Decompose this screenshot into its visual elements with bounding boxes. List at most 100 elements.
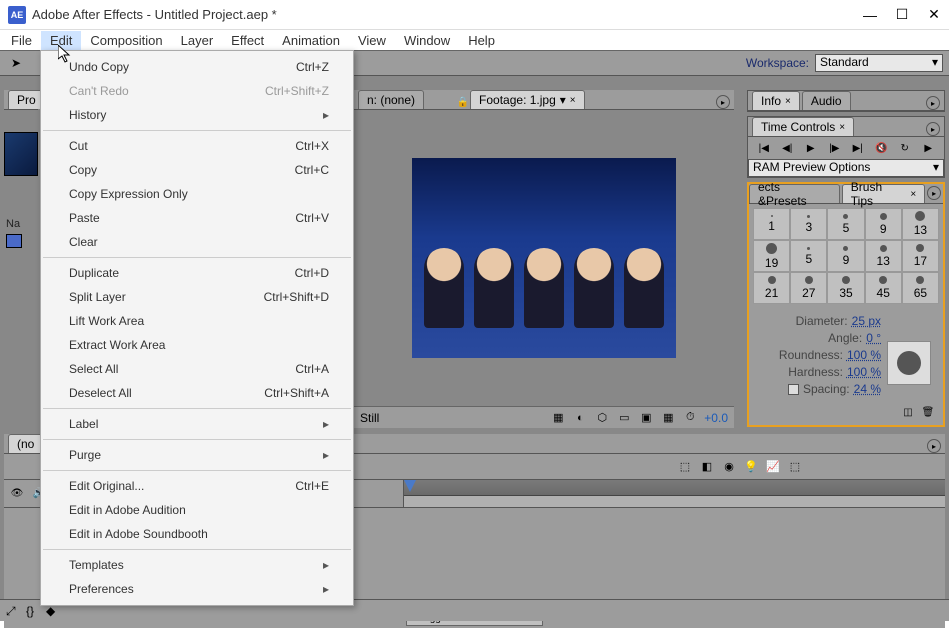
project-thumbnail[interactable] [4,132,38,176]
menu-item-copy[interactable]: CopyCtrl+C [41,158,353,182]
panel-menu-button[interactable]: ▸ [927,186,941,200]
menu-composition[interactable]: Composition [81,31,171,50]
resolution-icon[interactable]: ▭ [616,410,632,426]
menu-file[interactable]: File [2,31,41,50]
lock-icon[interactable]: 🔒 [456,95,470,109]
motion-blur-icon[interactable]: ◉ [721,459,737,475]
menu-item-edit-in-adobe-audition[interactable]: Edit in Adobe Audition [41,498,353,522]
menu-animation[interactable]: Animation [273,31,349,50]
chevron-down-icon[interactable]: ▾ [560,93,566,107]
brush-tips-tab[interactable]: Brush Tips× [842,184,925,203]
prev-frame-button[interactable]: ◀| [780,141,794,155]
region-icon[interactable]: ▣ [638,410,654,426]
viewer-content[interactable] [354,110,734,406]
menu-item-edit-original-[interactable]: Edit Original...Ctrl+E [41,474,353,498]
grid-icon[interactable]: ▦ [550,410,566,426]
diameter-value[interactable]: 25 px [852,314,881,328]
brush-preset-5[interactable]: 5 [790,240,827,272]
menu-item-copy-expression-only[interactable]: Copy Expression Only [41,182,353,206]
spacing-value[interactable]: 24 % [854,382,881,396]
mute-button[interactable]: 🔇 [874,141,888,155]
brush-preset-3[interactable]: 3 [790,208,827,240]
delete-brush-icon[interactable]: 🗑 [921,405,935,419]
info-tab[interactable]: Info× [752,91,800,110]
roundness-value[interactable]: 100 % [847,348,881,362]
brush-preset-13[interactable]: 13 [902,208,939,240]
ram-preview-select[interactable]: RAM Preview Options ▾ [748,159,944,177]
new-brush-icon[interactable]: ◫ [901,405,915,419]
menu-effect[interactable]: Effect [222,31,273,50]
frame-blend-icon[interactable]: ◧ [699,459,715,475]
close-icon[interactable]: × [910,189,916,200]
brush-preset-65[interactable]: 65 [902,272,939,304]
panel-menu-button[interactable]: ▸ [927,439,941,453]
close-icon[interactable]: × [785,96,791,107]
menu-item-edit-in-adobe-soundbooth[interactable]: Edit in Adobe Soundbooth [41,522,353,546]
panel-menu-button[interactable]: ▸ [926,122,940,136]
selection-tool[interactable]: ➤ [6,53,26,73]
transparency-icon[interactable]: ▦ [660,410,676,426]
draft-icon[interactable]: ⬚ [787,459,803,475]
viewer-tab-footage[interactable]: Footage: 1.jpg ▾ × [470,90,585,109]
viewer-tab-none[interactable]: n: (none) [358,90,424,109]
timeline-tab[interactable]: (no [8,434,43,453]
menu-item-deselect-all[interactable]: Deselect AllCtrl+Shift+A [41,381,353,405]
menu-item-purge[interactable]: Purge▸ [41,443,353,467]
brush-preset-17[interactable]: 17 [902,240,939,272]
project-item-icon[interactable] [6,234,22,248]
menu-item-label[interactable]: Label▸ [41,412,353,436]
shy-icon[interactable]: ⬚ [677,459,693,475]
menu-view[interactable]: View [349,31,395,50]
brush-preset-5[interactable]: 5 [827,208,864,240]
angle-value[interactable]: 0 ° [866,331,881,345]
hardness-value[interactable]: 100 % [847,365,881,379]
playhead[interactable] [404,480,416,492]
channel-icon[interactable]: ⬡ [594,410,610,426]
time-controls-tab[interactable]: Time Controls× [752,117,854,136]
menu-item-clear[interactable]: Clear [41,230,353,254]
menu-item-cut[interactable]: CutCtrl+X [41,134,353,158]
eye-icon[interactable]: 👁 [10,487,24,501]
play-button[interactable]: ▶ [804,141,818,155]
effects-presets-tab[interactable]: ects &Presets [749,184,840,203]
menu-layer[interactable]: Layer [172,31,223,50]
project-column-name[interactable]: Na [4,216,38,232]
brush-preset-1[interactable]: 1 [753,208,790,240]
panel-menu-button[interactable]: ▸ [716,95,730,109]
ram-preview-button[interactable]: ▶ [921,141,935,155]
brush-preset-45[interactable]: 45 [865,272,902,304]
brush-preset-9[interactable]: 9 [827,240,864,272]
menu-item-templates[interactable]: Templates▸ [41,553,353,577]
expand-icon[interactable]: ⤢ [6,604,20,618]
menu-item-preferences[interactable]: Preferences▸ [41,577,353,601]
first-frame-button[interactable]: |◀ [757,141,771,155]
close-icon[interactable]: × [570,95,576,106]
loop-button[interactable]: ↻ [898,141,912,155]
menu-item-paste[interactable]: PasteCtrl+V [41,206,353,230]
menu-item-select-all[interactable]: Select AllCtrl+A [41,357,353,381]
menu-item-duplicate[interactable]: DuplicateCtrl+D [41,261,353,285]
brackets-icon[interactable]: {} [26,604,40,618]
close-icon[interactable]: × [839,122,845,133]
workspace-select[interactable]: Standard ▾ [815,54,943,72]
graph-icon[interactable]: 📈 [765,459,781,475]
menu-window[interactable]: Window [395,31,459,50]
next-frame-button[interactable]: |▶ [827,141,841,155]
menu-item-history[interactable]: History▸ [41,103,353,127]
brush-preset-19[interactable]: 19 [753,240,790,272]
brainstorm-icon[interactable]: 💡 [743,459,759,475]
menu-item-extract-work-area[interactable]: Extract Work Area [41,333,353,357]
audio-tab[interactable]: Audio [802,91,851,110]
time-ruler[interactable] [404,480,945,496]
brush-preset-21[interactable]: 21 [753,272,790,304]
menu-edit[interactable]: Edit [41,31,81,50]
close-button[interactable]: ✕ [927,8,941,22]
last-frame-button[interactable]: ▶| [851,141,865,155]
brush-preset-9[interactable]: 9 [865,208,902,240]
minimize-button[interactable]: — [863,8,877,22]
brush-preset-13[interactable]: 13 [865,240,902,272]
brush-preset-27[interactable]: 27 [790,272,827,304]
exposure-value[interactable]: +0.0 [704,411,728,425]
menu-help[interactable]: Help [459,31,504,50]
mask-icon[interactable]: ◐ [572,410,588,426]
